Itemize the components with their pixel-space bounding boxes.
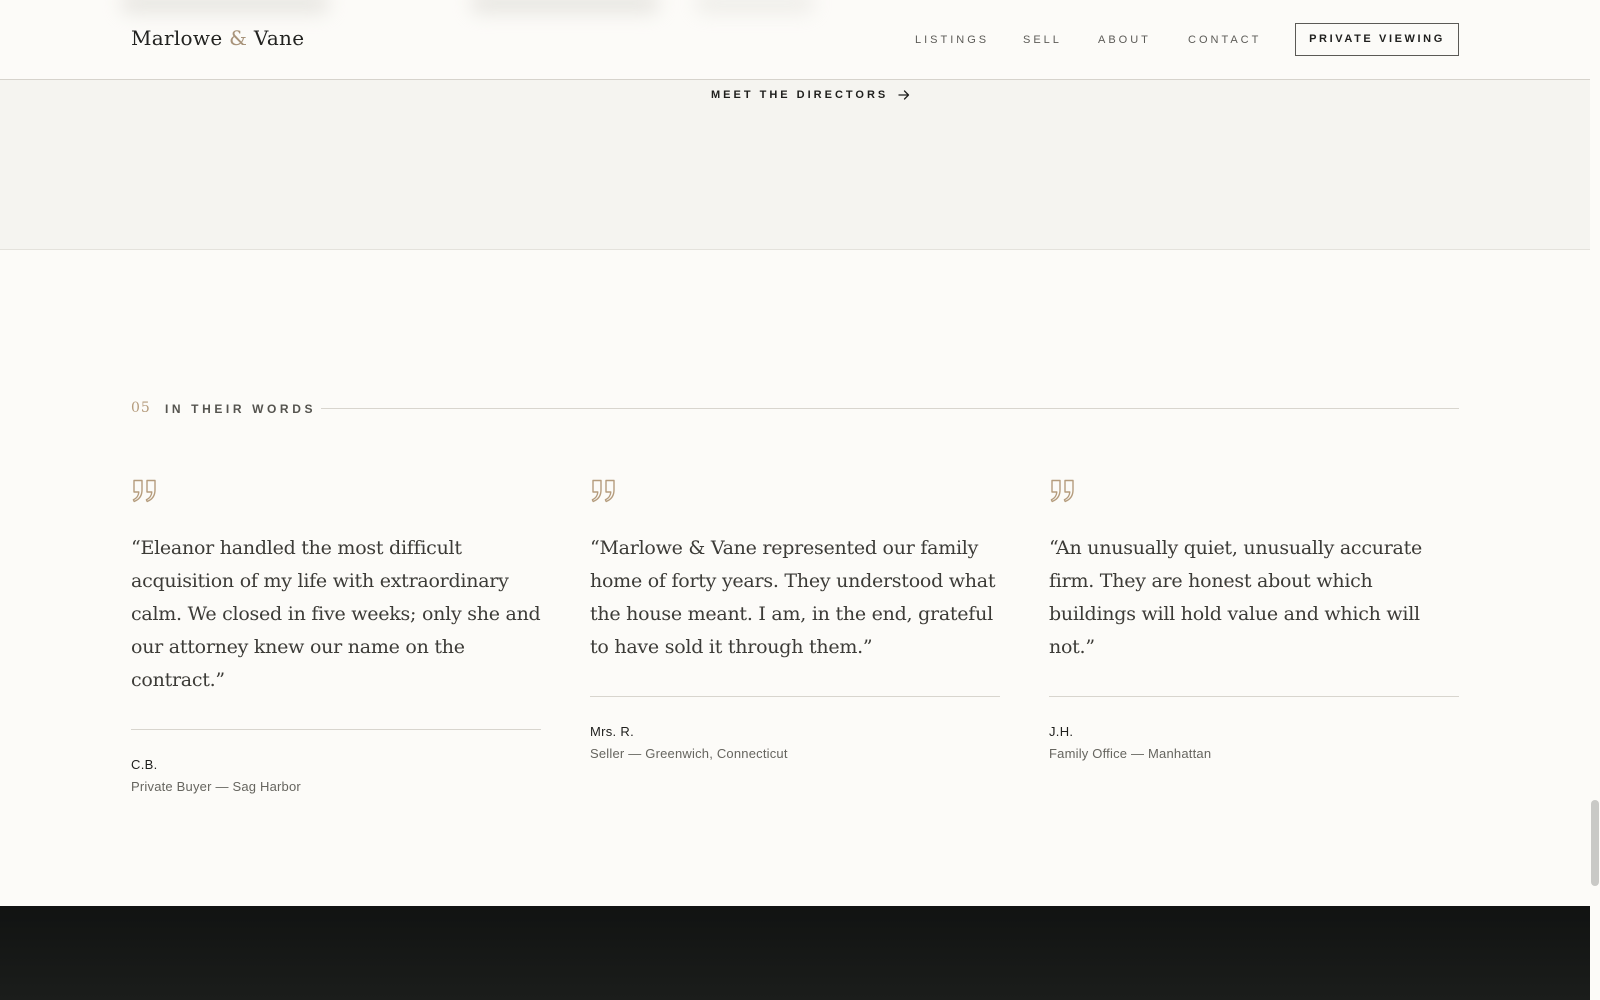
nav-item-contact[interactable]: CONTACT [1188, 34, 1261, 46]
testimonial-author: J.H. [1049, 724, 1074, 739]
section-divider [321, 408, 1459, 409]
section-number: 05 [131, 400, 151, 416]
testimonial-author: C.B. [131, 757, 158, 772]
blurred-background-shape [695, 0, 815, 14]
quote-icon [132, 479, 156, 503]
testimonial-card: “Marlowe & Vane represented our family h… [590, 478, 1000, 761]
brand-ampersand: & [229, 26, 248, 50]
testimonial-author: Mrs. R. [590, 724, 634, 739]
dark-footer-band [0, 906, 1590, 1000]
section-heading: 05 IN THEIR WORDS [131, 400, 1459, 420]
testimonial-divider [1049, 696, 1459, 697]
brand-logo[interactable]: Marlowe & Vane [131, 26, 304, 50]
testimonial-divider [131, 729, 541, 730]
quote-icon [591, 479, 615, 503]
arrow-right-icon [898, 90, 910, 100]
nav-item-listings[interactable]: LISTINGS [915, 34, 989, 46]
blurred-background-shape [470, 0, 660, 14]
testimonial-role: Private Buyer — Sag Harbor [131, 779, 301, 794]
testimonial-card: “An unusually quiet, unusually accurate … [1049, 478, 1459, 761]
nav-item-about[interactable]: ABOUT [1098, 34, 1151, 46]
private-viewing-button[interactable]: PRIVATE VIEWING [1295, 23, 1459, 56]
testimonial-quote: “Eleanor handled the most difficult acqu… [131, 537, 541, 691]
testimonial-quote: “An unusually quiet, unusually accurate … [1049, 537, 1422, 658]
site-header: Marlowe & Vane LISTINGS SELL ABOUT CONTA… [0, 0, 1590, 80]
brand-name-first: Marlowe [131, 26, 223, 50]
page: Marlowe & Vane LISTINGS SELL ABOUT CONTA… [0, 0, 1590, 1000]
testimonial-role: Seller — Greenwich, Connecticut [590, 746, 788, 761]
testimonial-role: Family Office — Manhattan [1049, 746, 1212, 761]
testimonial-divider [590, 696, 1000, 697]
blurred-background-shape [120, 0, 330, 14]
quote-icon [1050, 479, 1074, 503]
meet-the-directors-link[interactable]: MEET THE DIRECTORS [711, 89, 910, 101]
testimonial-card: “Eleanor handled the most difficult acqu… [131, 478, 541, 794]
brand-name-last: Vane [253, 26, 305, 50]
page-scrollbar[interactable] [1590, 0, 1600, 1000]
nav-item-sell[interactable]: SELL [1023, 34, 1062, 46]
directors-band: MEET THE DIRECTORS [0, 80, 1590, 250]
scrollbar-thumb[interactable] [1591, 800, 1599, 886]
meet-the-directors-label: MEET THE DIRECTORS [711, 89, 889, 101]
section-title: IN THEIR WORDS [165, 402, 317, 416]
testimonial-quote: “Marlowe & Vane represented our family h… [590, 537, 996, 658]
